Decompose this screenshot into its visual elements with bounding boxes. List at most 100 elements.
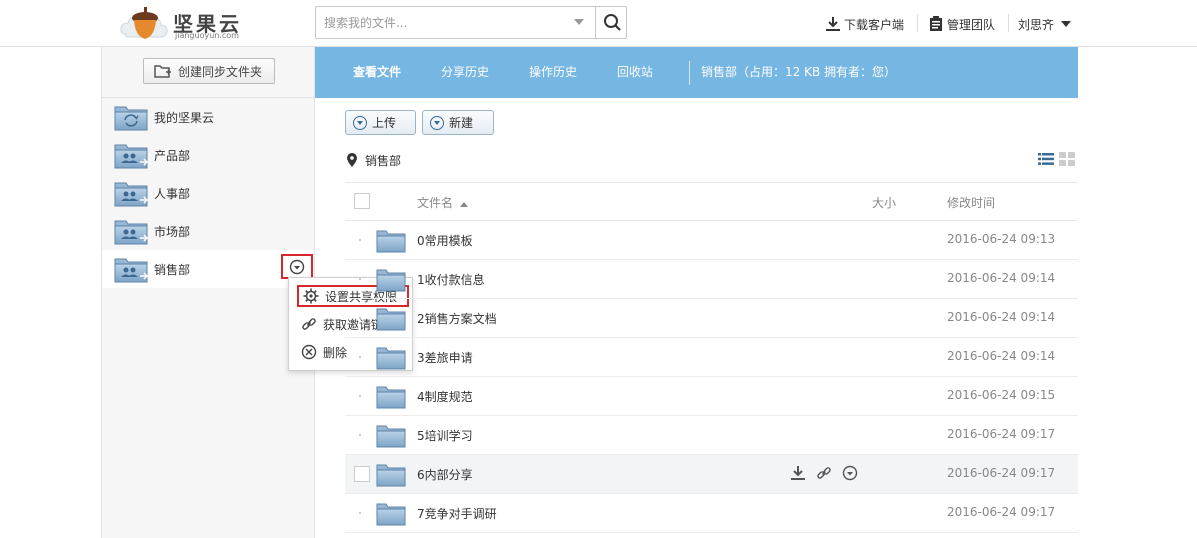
row-marker	[359, 356, 361, 358]
link-icon[interactable]	[816, 465, 832, 481]
tab-recycle-bin[interactable]: 回收站	[617, 47, 653, 98]
file-name[interactable]: 6内部分享	[417, 466, 473, 483]
search-scope-caret-icon[interactable]	[574, 19, 584, 25]
file-modified: 2016-06-24 09:13	[947, 232, 1056, 246]
download-icon[interactable]	[790, 464, 806, 482]
file-modified: 2016-06-24 09:15	[947, 388, 1056, 402]
sidebar-item-label: 人事部	[154, 186, 191, 201]
folder-icon	[376, 308, 406, 331]
new-button[interactable]: 新建	[422, 110, 494, 135]
sidebar-item-label: 产品部	[154, 148, 191, 163]
row-actions	[790, 464, 860, 484]
file-name[interactable]: 0常用模板	[417, 232, 473, 249]
file-name[interactable]: 7竞争对手调研	[417, 505, 497, 522]
shared-folder-icon	[114, 220, 148, 245]
sync-folder-icon	[114, 106, 148, 131]
file-name[interactable]: 2销售方案文档	[417, 310, 497, 327]
tab-divider	[689, 61, 690, 85]
sidebar-item-label: 销售部	[154, 262, 191, 277]
sidebar-item-hr[interactable]: 人事部	[102, 174, 314, 212]
view-toggle	[1038, 152, 1076, 166]
download-icon	[826, 17, 840, 31]
folder-icon	[376, 425, 406, 448]
shared-folder-icon	[114, 258, 148, 283]
folder-icon	[376, 503, 406, 526]
file-name[interactable]: 1收付款信息	[417, 271, 485, 288]
table-row[interactable]: 3差旅申请 2016-06-24 09:14	[345, 338, 1078, 377]
breadcrumb: 销售部	[347, 151, 401, 169]
sidebar-item-my-nutstore[interactable]: 我的坚果云	[102, 98, 314, 136]
location-pin-icon	[347, 153, 357, 167]
sidebar-item-label: 我的坚果云	[154, 110, 215, 125]
download-client-label: 下载客户端	[844, 17, 905, 32]
circle-chevron-down-icon[interactable]	[842, 465, 858, 481]
row-marker	[359, 512, 361, 514]
file-modified: 2016-06-24 09:17	[947, 505, 1056, 519]
file-modified: 2016-06-24 09:14	[947, 271, 1056, 285]
shared-folder-icon	[114, 144, 148, 169]
tab-share-history[interactable]: 分享历史	[441, 47, 489, 98]
search-button[interactable]	[595, 7, 627, 38]
file-name[interactable]: 5培训学习	[417, 427, 473, 444]
left-sidebar: 创建同步文件夹 我的坚果云 产品部 人事部 市场部 销售部	[101, 47, 315, 538]
folder-icon	[376, 230, 406, 253]
folder-icon	[376, 386, 406, 409]
col-header-size[interactable]: 大小	[872, 194, 896, 211]
file-table-header: 文件名 大小 修改时间	[345, 182, 1078, 221]
sync-area: 创建同步文件夹	[102, 47, 314, 98]
table-row[interactable]: 0常用模板 2016-06-24 09:13	[345, 221, 1078, 260]
file-name[interactable]: 3差旅申请	[417, 349, 473, 366]
table-row[interactable]: 4制度规范 2016-06-24 09:15	[345, 377, 1078, 416]
caret-down-icon	[1061, 21, 1072, 27]
sales-folder-options-button[interactable]	[281, 254, 313, 279]
breadcrumb-current[interactable]: 销售部	[365, 152, 401, 169]
download-client-link[interactable]: 下载客户端	[825, 14, 904, 34]
sidebar-item-marketing[interactable]: 市场部	[102, 212, 314, 250]
tab-view-files[interactable]: 查看文件	[353, 47, 401, 98]
folder-add-icon	[154, 64, 171, 78]
col-header-name-label: 文件名	[417, 196, 454, 210]
folder-icon	[376, 464, 406, 487]
create-sync-folder-label: 创建同步文件夹	[178, 64, 263, 79]
row-marker	[359, 317, 361, 319]
grid-view-icon[interactable]	[1059, 152, 1075, 166]
user-menu[interactable]: 刘思齐	[1018, 14, 1072, 34]
table-row[interactable]: 5培训学习 2016-06-24 09:17	[345, 416, 1078, 455]
row-marker	[359, 278, 361, 280]
file-modified: 2016-06-24 09:17	[947, 466, 1056, 480]
clipboard-icon	[930, 16, 942, 31]
col-header-modified[interactable]: 修改时间	[947, 194, 995, 211]
shared-folder-icon	[114, 182, 148, 207]
upload-button[interactable]: 上传	[345, 110, 416, 135]
col-header-name[interactable]: 文件名	[417, 194, 468, 211]
search-input[interactable]	[316, 7, 566, 38]
row-marker	[359, 395, 361, 397]
manage-team-link[interactable]: 管理团队	[929, 14, 995, 34]
manage-team-label: 管理团队	[947, 17, 996, 32]
header-divider	[917, 14, 918, 32]
select-all-checkbox[interactable]	[354, 193, 370, 209]
table-row[interactable]: 6内部分享 2016-06-24 09:17	[345, 455, 1078, 494]
table-row[interactable]: 1收付款信息 2016-06-24 09:14	[345, 260, 1078, 299]
search-icon	[604, 14, 621, 31]
row-checkbox[interactable]	[354, 466, 370, 482]
table-row[interactable]: 2销售方案文档 2016-06-24 09:14	[345, 299, 1078, 338]
table-row[interactable]: 7竞争对手调研 2016-06-24 09:17	[345, 494, 1078, 533]
upload-label: 上传	[372, 116, 397, 130]
sidebar-item-product[interactable]: 产品部	[102, 136, 314, 174]
search-box	[315, 6, 627, 39]
file-modified: 2016-06-24 09:14	[947, 349, 1056, 363]
file-name[interactable]: 4制度规范	[417, 388, 473, 405]
file-modified: 2016-06-24 09:14	[947, 310, 1056, 324]
file-modified: 2016-06-24 09:17	[947, 427, 1056, 441]
create-sync-folder-button[interactable]: 创建同步文件夹	[143, 58, 275, 84]
list-view-icon[interactable]	[1038, 152, 1054, 166]
brand-logo[interactable]: 坚果云 jianguoyun.com	[118, 4, 248, 44]
circle-chevron-down-icon	[289, 259, 305, 274]
circle-chevron-down-icon	[430, 115, 444, 130]
menu-item-label: 删除	[323, 345, 348, 360]
tab-operation-history[interactable]: 操作历史	[529, 47, 577, 98]
acorn-logo-icon	[120, 7, 168, 39]
circle-x-icon	[301, 344, 317, 360]
sidebar-item-label: 市场部	[154, 224, 191, 239]
